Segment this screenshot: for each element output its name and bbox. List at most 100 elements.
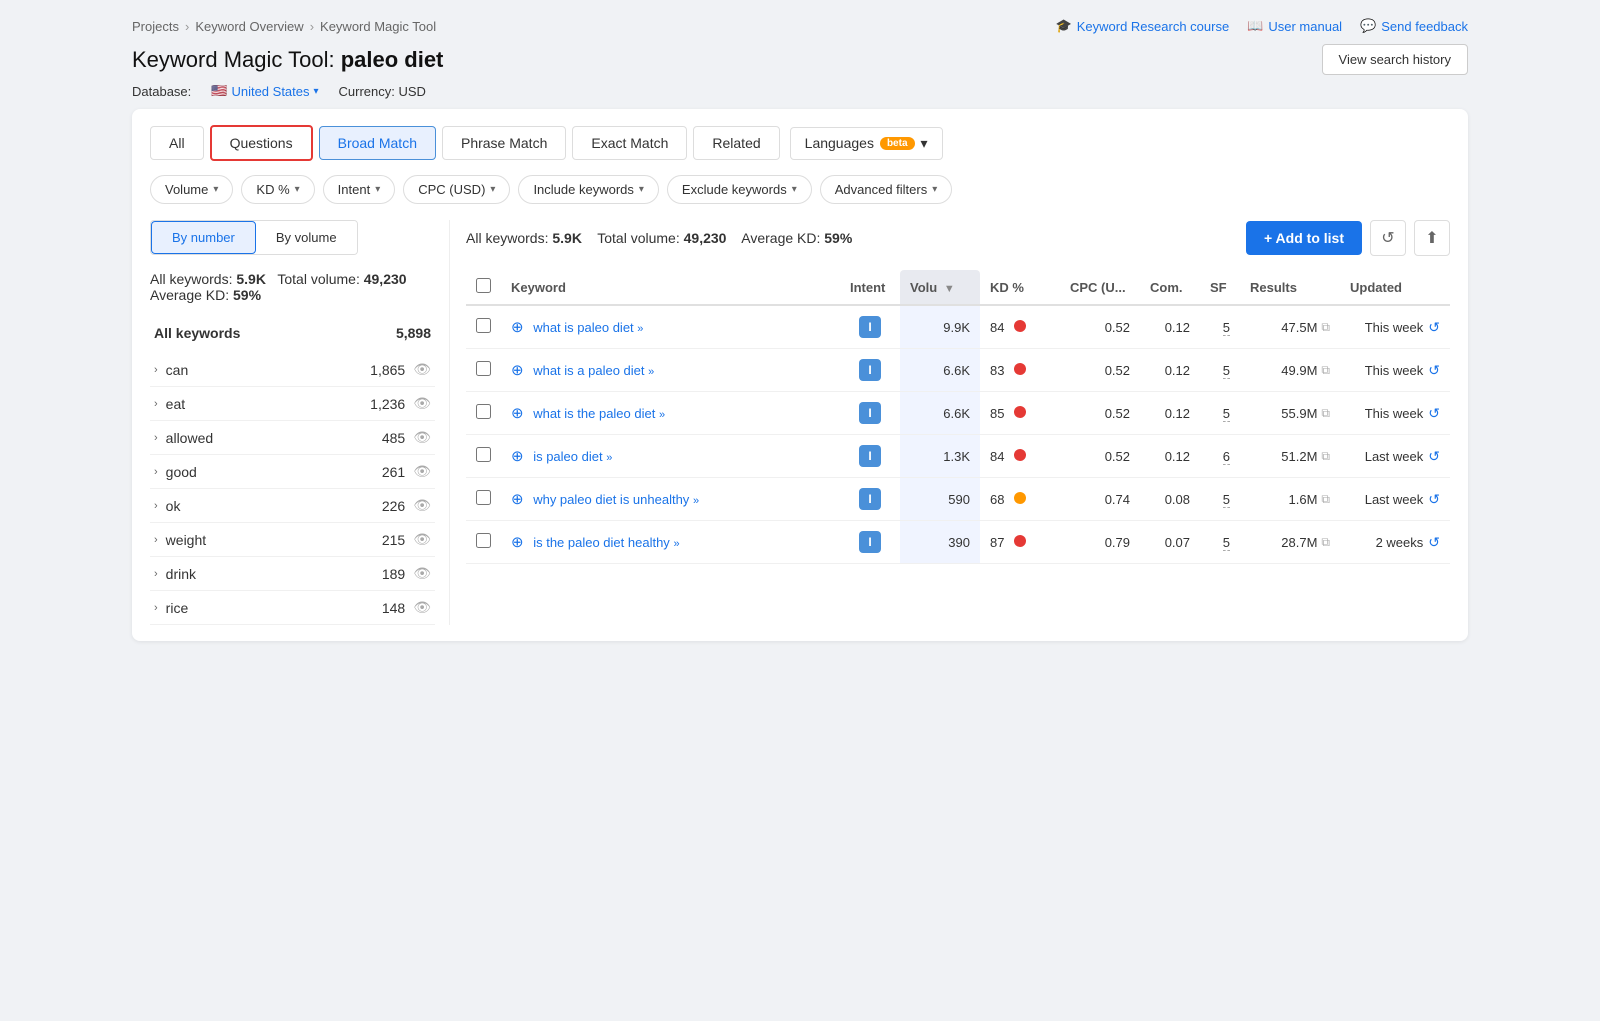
expand-icon[interactable]: › [154,500,158,512]
keyword-drilldown-icon[interactable]: » [659,409,665,421]
row-checkbox[interactable] [476,318,491,333]
updated-cell: Last week ↺ [1340,478,1450,521]
keyword-link[interactable]: is paleo diet [533,449,602,464]
keyword-drilldown-icon[interactable]: » [673,538,679,550]
kd-cell: 85 [980,392,1060,435]
expand-icon[interactable]: › [154,602,158,614]
list-item[interactable]: › rice 148 👁 [150,591,435,625]
intent-filter[interactable]: Intent ▾ [323,175,396,204]
list-item[interactable]: › drink 189 👁 [150,557,435,591]
list-item[interactable]: › can 1,865 👁 [150,353,435,387]
sf-value[interactable]: 5 [1223,406,1230,422]
list-item[interactable]: › allowed 485 👁 [150,421,435,455]
left-panel: By number By volume All keywords: 5.9K T… [150,220,450,625]
expand-icon[interactable]: › [154,534,158,546]
breadcrumb-overview[interactable]: Keyword Overview [195,19,303,34]
add-to-list-button[interactable]: + Add to list [1246,221,1362,255]
eye-icon[interactable]: 👁 [413,599,431,616]
results-value: 1.6M ⧉ [1250,492,1330,507]
row-checkbox[interactable] [476,490,491,505]
keyword-drilldown-icon[interactable]: » [648,366,654,378]
view-search-history-button[interactable]: View search history [1322,44,1468,75]
add-keyword-icon[interactable]: ⊕ [511,362,524,379]
refresh-row-icon[interactable]: ↺ [1428,405,1440,422]
exclude-keywords-filter[interactable]: Exclude keywords ▾ [667,175,812,204]
volume-filter[interactable]: Volume ▾ [150,175,233,204]
row-checkbox[interactable] [476,404,491,419]
list-item[interactable]: › ok 226 👁 [150,489,435,523]
results-cell: 47.5M ⧉ [1240,305,1340,349]
export-button[interactable]: ⬆ [1414,220,1450,256]
tab-all[interactable]: All [150,126,204,160]
refresh-row-icon[interactable]: ↺ [1428,534,1440,551]
results-external-icon[interactable]: ⧉ [1321,320,1330,335]
by-volume-button[interactable]: By volume [256,221,357,254]
by-number-button[interactable]: By number [151,221,256,254]
list-item[interactable]: › good 261 👁 [150,455,435,489]
volume-col-header[interactable]: Volu ▼ [900,270,980,305]
kd-filter[interactable]: KD % ▾ [241,175,314,204]
eye-icon[interactable]: 👁 [413,361,431,378]
select-all-checkbox[interactable] [476,278,491,293]
refresh-row-icon[interactable]: ↺ [1428,319,1440,336]
keyword-link[interactable]: why paleo diet is unhealthy [533,492,689,507]
add-keyword-icon[interactable]: ⊕ [511,319,524,336]
expand-icon[interactable]: › [154,466,158,478]
eye-icon[interactable]: 👁 [413,429,431,446]
tab-phrase-match[interactable]: Phrase Match [442,126,566,160]
results-external-icon[interactable]: ⧉ [1321,492,1330,507]
tab-exact-match[interactable]: Exact Match [572,126,687,160]
row-checkbox[interactable] [476,447,491,462]
keyword-link[interactable]: what is a paleo diet [533,363,644,378]
cpc-cell: 0.52 [1060,435,1140,478]
list-item[interactable]: › weight 215 👁 [150,523,435,557]
results-external-icon[interactable]: ⧉ [1321,535,1330,550]
keyword-drilldown-icon[interactable]: » [693,495,699,507]
refresh-row-icon[interactable]: ↺ [1428,491,1440,508]
tab-related[interactable]: Related [693,126,779,160]
results-external-icon[interactable]: ⧉ [1321,406,1330,421]
sf-value[interactable]: 5 [1223,320,1230,336]
eye-icon[interactable]: 👁 [413,463,431,480]
advanced-filters[interactable]: Advanced filters ▾ [820,175,953,204]
languages-dropdown[interactable]: Languages beta ▾ [790,127,943,160]
refresh-row-icon[interactable]: ↺ [1428,362,1440,379]
keyword-drilldown-icon[interactable]: » [637,323,643,335]
expand-icon[interactable]: › [154,398,158,410]
expand-icon[interactable]: › [154,364,158,376]
add-keyword-icon[interactable]: ⊕ [511,448,524,465]
database-country-selector[interactable]: 🇺🇸 United States ▾ [211,83,318,99]
expand-icon[interactable]: › [154,568,158,580]
add-keyword-icon[interactable]: ⊕ [511,405,524,422]
row-checkbox[interactable] [476,533,491,548]
sf-value[interactable]: 5 [1223,535,1230,551]
sf-value[interactable]: 6 [1223,449,1230,465]
keyword-drilldown-icon[interactable]: » [606,452,612,464]
send-feedback-link[interactable]: 💬 Send feedback [1360,18,1468,34]
refresh-button[interactable]: ↺ [1370,220,1406,256]
keyword-link[interactable]: what is paleo diet [533,320,633,335]
keyword-link[interactable]: is the paleo diet healthy [533,535,670,550]
user-manual-link[interactable]: 📖 User manual [1247,18,1342,34]
refresh-row-icon[interactable]: ↺ [1428,448,1440,465]
eye-icon[interactable]: 👁 [413,531,431,548]
keyword-link[interactable]: what is the paleo diet [533,406,655,421]
results-external-icon[interactable]: ⧉ [1321,363,1330,378]
include-keywords-filter[interactable]: Include keywords ▾ [518,175,658,204]
eye-icon[interactable]: 👁 [413,497,431,514]
add-keyword-icon[interactable]: ⊕ [511,491,524,508]
keyword-research-course-link[interactable]: 🎓 Keyword Research course [1056,18,1230,34]
breadcrumb-projects[interactable]: Projects [132,19,179,34]
eye-icon[interactable]: 👁 [413,395,431,412]
sf-value[interactable]: 5 [1223,363,1230,379]
eye-icon[interactable]: 👁 [413,565,431,582]
results-external-icon[interactable]: ⧉ [1321,449,1330,464]
list-item[interactable]: › eat 1,236 👁 [150,387,435,421]
cpc-filter[interactable]: CPC (USD) ▾ [403,175,510,204]
tab-broad-match[interactable]: Broad Match [319,126,436,160]
tab-questions[interactable]: Questions [210,125,313,161]
expand-icon[interactable]: › [154,432,158,444]
add-keyword-icon[interactable]: ⊕ [511,534,524,551]
sf-value[interactable]: 5 [1223,492,1230,508]
row-checkbox[interactable] [476,361,491,376]
